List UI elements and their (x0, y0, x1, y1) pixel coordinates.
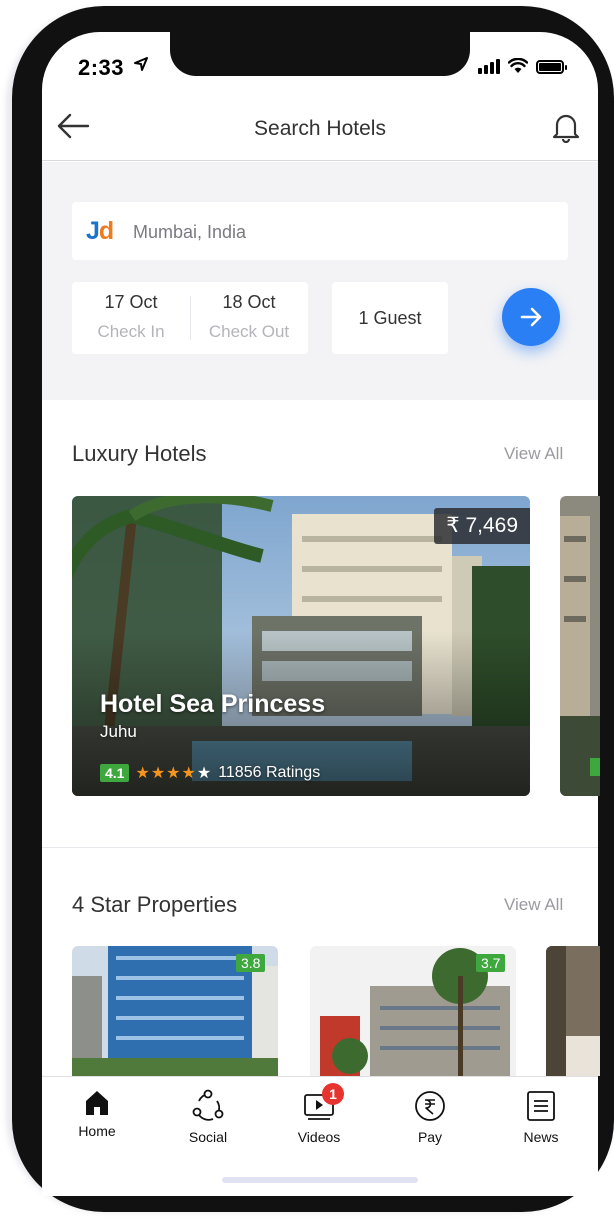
jd-logo: Jd (86, 217, 114, 245)
hotel-card-next[interactable] (560, 496, 600, 796)
nav-social[interactable]: Social (163, 1089, 253, 1145)
check-out-label: Check Out (208, 322, 290, 341)
property-card[interactable]: 3.7 (310, 946, 516, 1076)
signal-icon (478, 59, 500, 74)
location-value: Mumbai, India (133, 222, 247, 242)
star-icon: ★ (196, 765, 213, 782)
rating-badge: 3.8 (236, 954, 266, 972)
price-tag: ₹ 7,469 (434, 508, 530, 544)
star-icon: ★ (181, 765, 197, 782)
property-card[interactable]: 3.8 (72, 946, 278, 1076)
hotel-area: Juhu (100, 722, 137, 741)
star-icon: ★ (150, 765, 167, 782)
property-photo (546, 946, 600, 1076)
home-icon (86, 1091, 108, 1115)
property-card-next[interactable] (546, 946, 600, 1076)
status-icons (478, 58, 567, 74)
four-star-section-title: 4 Star Properties (72, 892, 238, 917)
wifi-icon (508, 58, 528, 73)
hotel-photo (560, 496, 600, 796)
rating-badge: 3.7 (476, 954, 506, 972)
nav-pay[interactable]: Pay (385, 1089, 475, 1145)
check-out-field[interactable]: 18 Oct Check Out (190, 282, 308, 354)
nav-pay-label: Pay (417, 1129, 443, 1145)
social-icon (192, 1089, 224, 1121)
location-arrow-icon (133, 56, 149, 77)
luxury-view-all-link[interactable]: View All (504, 444, 563, 464)
guests-field[interactable]: 1 Guest (332, 282, 448, 354)
nav-home-label: Home (78, 1123, 116, 1139)
arrow-right-icon (520, 307, 542, 327)
page-title: Search Hotels (254, 117, 386, 140)
news-icon (527, 1091, 555, 1121)
nav-news[interactable]: News (496, 1089, 586, 1145)
ratings-count: 11856 Ratings (218, 764, 321, 781)
luxury-section-title: Luxury Hotels (72, 441, 207, 466)
nav-videos-label: Videos (297, 1129, 341, 1145)
guests-value: 1 Guest (358, 308, 422, 328)
status-time: 2:33 (78, 55, 125, 80)
check-in-date: 17 Oct (104, 292, 158, 312)
hotel-rating-row: 4.1 ★★★★★ 11856 Ratings (100, 763, 320, 783)
search-panel: Jd Mumbai, India 17 Oct Check In 18 Oct … (42, 162, 598, 400)
videos-badge: 1 (322, 1083, 344, 1105)
bell-icon (552, 114, 580, 144)
nav-home[interactable]: Home (52, 1089, 142, 1139)
section-divider (42, 847, 598, 848)
date-selector: 17 Oct Check In 18 Oct Check Out (72, 282, 308, 354)
hotel-card[interactable]: ₹ 7,469 Hotel Sea Princess Juhu 4.1 ★★★★… (72, 496, 530, 796)
star-icon: ★ (135, 765, 151, 782)
search-go-button[interactable] (502, 288, 560, 346)
four-star-view-all-link[interactable]: View All (504, 895, 563, 915)
star-rating: ★★★★★ (135, 763, 212, 783)
app-header: Search Hotels (42, 95, 598, 161)
star-icon: ★ (166, 765, 182, 782)
check-out-date: 18 Oct (222, 292, 276, 312)
home-indicator (222, 1177, 418, 1183)
location-input[interactable]: Jd Mumbai, India (72, 202, 568, 260)
check-in-label: Check In (97, 322, 165, 341)
battery-icon (536, 60, 567, 74)
rupee-icon (415, 1091, 445, 1121)
hotel-name: Hotel Sea Princess (100, 690, 326, 718)
rating-badge: 4.1 (100, 764, 130, 782)
nav-videos[interactable]: 1 Videos (274, 1083, 364, 1145)
notifications-button[interactable] (552, 111, 580, 144)
notch (170, 32, 470, 76)
check-in-field[interactable]: 17 Oct Check In (72, 282, 190, 354)
nav-news-label: News (523, 1129, 559, 1145)
nav-social-label: Social (188, 1129, 228, 1145)
